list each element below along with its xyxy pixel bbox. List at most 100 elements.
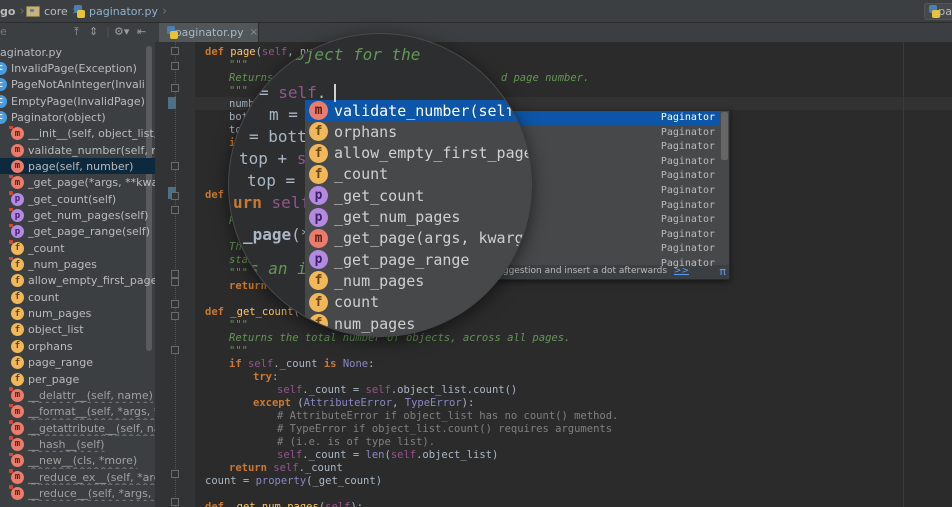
magnified-completion-item[interactable]: m _get_page(args, kwarg [305,228,531,249]
run-config-label: pa [938,5,952,18]
fold-toggle-icon[interactable] [171,162,179,170]
structure-item-label: EmptyPage(InvalidPage) [11,94,145,108]
magnified-completion-item[interactable]: f _num_pages [305,270,531,291]
structure-item[interactable]: f _count [0,240,155,256]
breadcrumb-file[interactable]: paginator.py › [74,3,167,19]
structure-item-label: __reduce_ex__(self, *arc [28,470,155,484]
code-line: return self._count [229,462,343,474]
method-icon: m [309,228,328,248]
fold-toggle-icon[interactable] [171,206,179,214]
magnified-completion-item[interactable]: f orphans [305,121,531,142]
field-icon: f [309,164,328,184]
field-icon: f [309,122,328,142]
fold-toggle-icon[interactable] [171,346,179,354]
collapse-all-icon[interactable]: ⇕ [89,25,98,38]
structure-item[interactable]: p _get_num_pages(self) [0,207,155,224]
field-icon: f [11,372,24,386]
structure-item[interactable]: p _get_count(self) [0,191,155,207]
structure-item-label: _get_page_range(self) [28,225,151,239]
structure-item[interactable]: f per_page [0,371,155,387]
fold-toggle-icon[interactable] [171,312,179,320]
breadcrumb-project-label: go [0,4,16,18]
gear-icon[interactable]: ⚙▾ [114,25,129,38]
pi-icon[interactable]: π [719,265,726,278]
structure-item[interactable]: f count [0,289,155,305]
magnified-completion-item[interactable]: p _get_page_range [305,249,531,270]
structure-item[interactable]: aginator.py [0,44,145,60]
structure-item[interactable]: m __reduce__(self, *args, * [0,485,155,501]
magnified-completion-item[interactable]: f count [305,292,531,313]
fold-toggle-icon[interactable] [171,278,179,286]
breadcrumb-project[interactable]: go › [0,3,25,19]
structure-item-label: _num_pages [28,258,97,272]
structure-item[interactable]: m validate_number(self, nu [0,142,155,158]
method-icon: m [9,436,24,451]
property-icon: p [309,250,328,270]
structure-item[interactable]: f allow_empty_first_page [0,273,155,289]
structure-item-label: page(self, number) [28,159,134,173]
magnified-completion-item[interactable]: f num_pages [305,313,531,334]
structure-item[interactable]: p _get_page_range(self) [0,223,155,240]
completion-item-type: Paginator [660,185,715,196]
expand-all-icon[interactable]: ⤒ [74,25,79,39]
fold-toggle-icon[interactable] [171,84,179,92]
method-icon: m [9,387,24,402]
magnified-code-line: s an i [249,259,307,278]
code-line: if self._count is None: [229,358,375,370]
tab-paginator-py[interactable]: paginator.py × [159,23,259,42]
structure-item[interactable]: m __delattr__(self, name) [0,387,155,403]
completion-item-label: _get_page(args, kwarg [334,229,524,248]
close-icon[interactable]: × [250,27,258,38]
python-icon [929,5,941,18]
structure-item[interactable]: m __format__(self, *args, * [0,403,155,420]
structure-item-label: __format__(self, *args, * [28,405,155,419]
chevron-right-icon: › [19,3,25,19]
fold-toggle-icon[interactable] [171,270,179,278]
hide-panel-icon[interactable]: ⇤ [137,25,146,38]
structure-item[interactable]: f object_list [0,322,155,338]
structure-item[interactable]: c PageNotAnInteger(InvalidPa [0,77,145,93]
fold-toggle-icon[interactable] [171,498,179,506]
structure-item-label: per_page [28,372,80,386]
structure-item[interactable]: c EmptyPage(InvalidPage) [0,93,145,109]
structure-item[interactable]: m __reduce_ex__(self, *arc [0,469,155,485]
method-icon: m [9,452,24,468]
fold-toggle-icon[interactable] [171,47,179,55]
field-icon: f [309,314,328,333]
completion-scrollbar[interactable] [721,112,728,160]
run-config-button[interactable]: pa [924,3,952,20]
code-line: def _get_num_pages(self): [205,501,364,507]
structure-item-label: _get_count(self) [28,192,117,206]
breadcrumb-folder[interactable]: core › [26,3,77,19]
structure-item[interactable]: f page_range [0,355,155,371]
magnified-code-line: age object for the [247,45,421,64]
structure-item[interactable]: m page(self, number) [0,158,155,175]
completion-item-label: _get_num_pages [334,208,461,226]
magnified-completion-item[interactable]: p _get_num_pages [305,207,531,228]
fold-toggle-icon[interactable] [171,470,179,478]
magnified-completion-item[interactable]: f allow_empty_first_page [305,143,531,164]
structure-item[interactable]: m __new__(cls, *more) [0,452,155,469]
structure-item[interactable]: m __init__(self, object_list, [0,125,155,142]
fold-toggle-icon[interactable] [171,300,179,308]
chevron-right-icon: › [162,3,168,19]
structure-toolbar: e ⤒ ⇕ | ⚙▾ ⇤ [0,23,155,43]
fold-toggle-icon[interactable] [171,192,179,200]
structure-item[interactable]: m __getattribute__(self, na [0,420,155,436]
code-line: # (i.e. is of type list). [277,436,436,448]
structure-title: e [0,25,7,38]
structure-item[interactable]: m __hash__(self) [0,436,155,452]
completion-item-type: Paginator [660,243,715,255]
structure-item[interactable]: m _get_page(*args, **kwa [0,174,155,191]
structure-item[interactable]: c InvalidPage(Exception) [0,60,145,76]
completion-item-type: Paginator [660,214,715,226]
structure-item[interactable]: f orphans [0,338,155,354]
completion-item-label: validate_number(self [334,101,515,120]
magnified-completion-item[interactable]: p _get_count [305,185,531,206]
fold-toggle-icon[interactable] [171,62,179,70]
magnified-completion-item[interactable]: f _count [305,164,531,185]
structure-item[interactable]: f _num_pages [0,256,155,273]
structure-item[interactable]: f num_pages [0,306,155,322]
structure-item[interactable]: c Paginator(object) [0,109,145,125]
magnified-completion-item[interactable]: m validate_number(self [305,100,531,121]
